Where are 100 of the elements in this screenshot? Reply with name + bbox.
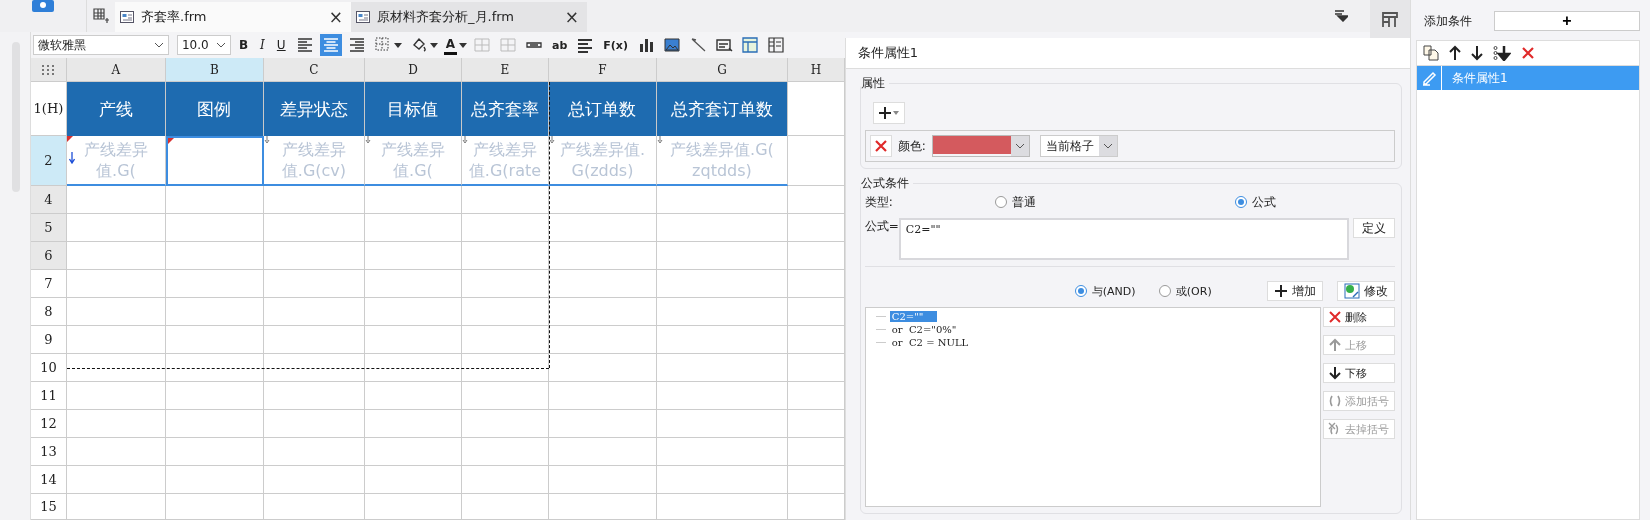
- grid-cell[interactable]: [656, 214, 788, 242]
- row-header[interactable]: 8: [30, 298, 67, 326]
- grid-cell[interactable]: [787, 242, 845, 270]
- grid-cell[interactable]: [461, 326, 549, 354]
- down-button[interactable]: 下移: [1323, 363, 1395, 383]
- grid-cell[interactable]: [66, 270, 166, 298]
- move-up-icon[interactable]: [1449, 45, 1461, 61]
- grid-cell[interactable]: [263, 270, 365, 298]
- font-size-select[interactable]: 10.0: [176, 35, 231, 55]
- grid-cell[interactable]: [787, 354, 845, 382]
- define-button[interactable]: 定义: [1353, 218, 1395, 238]
- row-header[interactable]: 4: [30, 186, 67, 214]
- font-color-button[interactable]: A: [443, 35, 457, 55]
- grid-cell[interactable]: [548, 382, 657, 410]
- grid-cell[interactable]: [263, 410, 365, 438]
- add-condition-button[interactable]: +: [1494, 11, 1640, 31]
- grid-cell[interactable]: [165, 214, 264, 242]
- row-header[interactable]: 11: [30, 382, 67, 410]
- grid-cell[interactable]: [787, 82, 845, 136]
- grid-cell[interactable]: [165, 326, 264, 354]
- grid-cell[interactable]: [165, 438, 264, 466]
- copy-icon[interactable]: [1423, 45, 1439, 61]
- grid-cell[interactable]: [656, 354, 788, 382]
- radio-option[interactable]: 公式: [1234, 193, 1276, 211]
- grid-cell[interactable]: [364, 438, 462, 466]
- grid-cell[interactable]: [364, 382, 462, 410]
- grid-cell[interactable]: [656, 494, 788, 520]
- formula-field[interactable]: C2="": [898, 218, 1349, 260]
- font-select[interactable]: 微软雅黑: [32, 35, 169, 55]
- grid-cell[interactable]: [165, 494, 264, 520]
- grid-cell[interactable]: [66, 438, 166, 466]
- grid-cell[interactable]: [787, 298, 845, 326]
- column-header[interactable]: C: [263, 58, 365, 82]
- grid-cell[interactable]: [461, 494, 549, 520]
- grid-cell[interactable]: [461, 214, 549, 242]
- scope-select[interactable]: 当前格子: [1039, 135, 1118, 157]
- grid-cell[interactable]: [364, 242, 462, 270]
- remove-button[interactable]: [869, 135, 892, 157]
- column-header[interactable]: E: [461, 58, 549, 82]
- condition-item[interactable]: or C2="0%": [889, 324, 959, 335]
- close-button[interactable]: ×: [328, 7, 343, 27]
- grid-cell[interactable]: [364, 186, 462, 214]
- column-header[interactable]: A: [66, 58, 166, 82]
- grid-cell[interactable]: [548, 326, 657, 354]
- grid-cell[interactable]: [548, 410, 657, 438]
- grid-cell[interactable]: [66, 410, 166, 438]
- grid-cell[interactable]: [548, 186, 657, 214]
- grid-cell[interactable]: [263, 214, 365, 242]
- grid-cell[interactable]: [548, 354, 657, 382]
- grid-cell[interactable]: [263, 494, 365, 520]
- radio-option[interactable]: 与(AND): [1074, 283, 1149, 299]
- grid-cell[interactable]: [548, 214, 657, 242]
- row-header[interactable]: 5: [30, 214, 67, 242]
- file-tab[interactable]: 齐套率.frm ×: [115, 2, 351, 32]
- grid-cell[interactable]: [656, 326, 788, 354]
- grid-cell[interactable]: [263, 326, 365, 354]
- bold-button[interactable]: B: [234, 34, 253, 56]
- grid-cell[interactable]: [364, 466, 462, 494]
- grid-cell[interactable]: [656, 382, 788, 410]
- grid-cell[interactable]: [165, 354, 264, 382]
- grid-cell[interactable]: [364, 494, 462, 520]
- grid-cell[interactable]: [66, 326, 166, 354]
- row-header[interactable]: 1(H): [30, 82, 67, 136]
- grid-cell[interactable]: [461, 438, 549, 466]
- row-header[interactable]: 6: [30, 242, 67, 270]
- toolbar-button[interactable]: ab: [548, 34, 571, 56]
- grid-cell[interactable]: [263, 438, 365, 466]
- grid-cell[interactable]: [165, 466, 264, 494]
- column-header[interactable]: F: [548, 58, 657, 82]
- row-header[interactable]: 7: [30, 270, 67, 298]
- delete-icon[interactable]: [1521, 46, 1535, 60]
- row-header[interactable]: 14: [30, 466, 67, 494]
- add-button[interactable]: 增加: [1267, 281, 1323, 301]
- grid-cell[interactable]: [165, 410, 264, 438]
- grid-cell[interactable]: [263, 354, 365, 382]
- row-header[interactable]: 13: [30, 438, 67, 466]
- italic-button[interactable]: I: [256, 34, 269, 56]
- underline-button[interactable]: U: [272, 34, 290, 56]
- grid-cell[interactable]: [656, 298, 788, 326]
- grid-cell[interactable]: [66, 298, 166, 326]
- grid-cell[interactable]: [263, 186, 365, 214]
- grid-cell[interactable]: [787, 494, 845, 520]
- color-picker[interactable]: [931, 135, 1030, 157]
- grid-cell[interactable]: [548, 494, 657, 520]
- grid-cell[interactable]: [165, 298, 264, 326]
- grid-cell[interactable]: [66, 214, 166, 242]
- grid-cell[interactable]: [656, 186, 788, 214]
- grid-cell[interactable]: [165, 270, 264, 298]
- grid-cell[interactable]: [656, 242, 788, 270]
- grid-cell[interactable]: [66, 466, 166, 494]
- grid-cell[interactable]: [548, 438, 657, 466]
- column-header[interactable]: G: [656, 58, 788, 82]
- grid-cell[interactable]: [263, 298, 365, 326]
- move-bottom-icon[interactable]: [1493, 45, 1511, 61]
- grid-cell[interactable]: [66, 354, 166, 382]
- grid-cell[interactable]: [165, 242, 264, 270]
- grid-cell[interactable]: [263, 242, 365, 270]
- radio-option[interactable]: 普通: [994, 193, 1235, 211]
- align-center-button[interactable]: [319, 34, 342, 56]
- grid-cell[interactable]: [656, 410, 788, 438]
